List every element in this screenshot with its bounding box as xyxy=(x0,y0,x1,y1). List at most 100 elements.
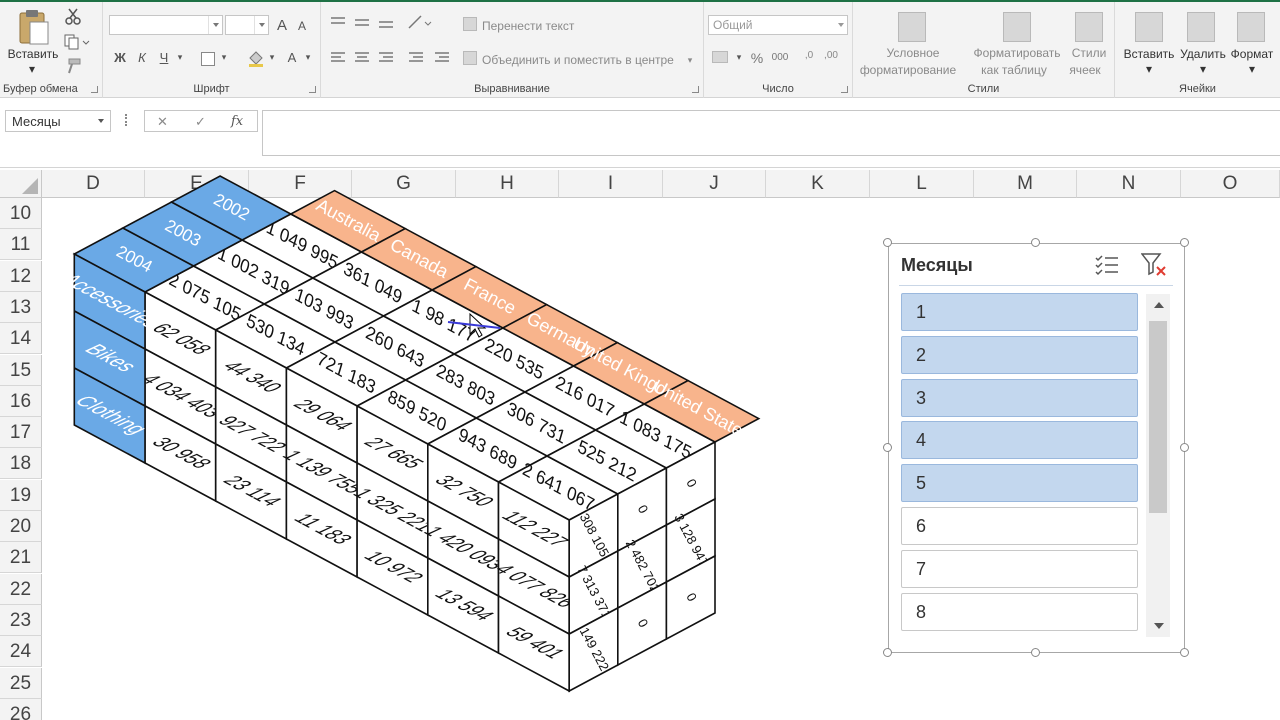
format-as-table-icon[interactable] xyxy=(1003,12,1031,42)
front-cell-2-5[interactable] xyxy=(497,594,571,693)
top-cell-0-5[interactable] xyxy=(496,455,620,521)
top-cell-1-0[interactable] xyxy=(191,239,315,305)
column-header-f[interactable]: F xyxy=(249,170,352,198)
resize-handle-7[interactable] xyxy=(1031,648,1040,657)
front-cell-2-3[interactable] xyxy=(356,518,429,617)
row-header-13[interactable]: 13 xyxy=(0,291,42,323)
cancel-icon[interactable]: ✕ xyxy=(157,114,168,130)
row-header-19[interactable]: 19 xyxy=(0,479,42,511)
wrap-text-icon[interactable] xyxy=(463,17,477,31)
front-cell-1-5[interactable] xyxy=(497,537,571,636)
formula-input[interactable] xyxy=(262,110,1280,156)
front-cell-0-4[interactable] xyxy=(426,442,500,541)
side-cell-2-1[interactable] xyxy=(616,580,668,667)
clipboard-dialog-launcher[interactable] xyxy=(91,86,98,93)
number-format-arrow[interactable] xyxy=(838,23,844,27)
column-header-m[interactable]: M xyxy=(974,170,1077,198)
percent-button[interactable]: % xyxy=(748,50,766,66)
delete-cells-button[interactable]: Удалить xyxy=(1175,47,1231,61)
column-header-k[interactable]: K xyxy=(766,170,870,198)
top-cell-2-4[interactable] xyxy=(523,365,646,431)
resize-handle-6[interactable] xyxy=(883,648,892,657)
top-cell-2-3[interactable] xyxy=(452,327,576,393)
front-cell-0-0[interactable] xyxy=(144,290,217,389)
formula-bar-splitter[interactable] xyxy=(125,114,128,126)
resize-handle-3[interactable] xyxy=(1180,238,1189,247)
column-header-o[interactable]: O xyxy=(1181,170,1280,198)
top-cell-1-4[interactable] xyxy=(474,391,598,457)
top-cell-0-2[interactable] xyxy=(284,341,408,407)
cell-styles-line1[interactable]: Стили xyxy=(1065,46,1113,60)
cell-styles-line2[interactable]: ячеек xyxy=(1065,63,1105,77)
conditional-format-line1[interactable]: Условное xyxy=(853,46,973,60)
select-all-corner[interactable] xyxy=(0,170,42,198)
align-left-icon[interactable] xyxy=(331,51,461,65)
scroll-thumb[interactable] xyxy=(1149,321,1167,513)
row-header-17[interactable]: 17 xyxy=(0,417,42,449)
format-cells-button[interactable]: Формат xyxy=(1227,47,1277,61)
top-cell-2-0[interactable] xyxy=(240,213,364,279)
slicer-scrollbar[interactable] xyxy=(1146,294,1170,637)
front-cell-2-2[interactable] xyxy=(285,480,358,579)
side-cell-2-2[interactable] xyxy=(665,554,716,641)
paste-button[interactable]: Вставить xyxy=(5,47,61,61)
thousands-button[interactable]: 000 xyxy=(768,52,792,63)
shrink-font-button[interactable]: A xyxy=(293,19,311,33)
top-cell-2-5[interactable] xyxy=(594,403,717,469)
side-cell-0-1[interactable] xyxy=(616,466,668,553)
copy-icon[interactable] xyxy=(64,34,90,50)
resize-handle-4[interactable] xyxy=(883,443,892,452)
resize-handle-8[interactable] xyxy=(1180,648,1189,657)
column-header-e[interactable]: E xyxy=(145,170,249,198)
column-header-d[interactable]: D xyxy=(42,170,145,198)
number-format-combo[interactable]: Общий xyxy=(708,15,848,35)
row-header-25[interactable]: 25 xyxy=(0,667,42,699)
multiselect-icon[interactable] xyxy=(1095,254,1119,276)
top-cell-0-4[interactable] xyxy=(426,417,549,483)
column-header-i[interactable]: I xyxy=(559,170,663,198)
resize-handle-2[interactable] xyxy=(1031,238,1040,247)
slicer-item-4[interactable]: 4 xyxy=(901,421,1138,460)
font-size-combo[interactable] xyxy=(225,15,269,35)
row-header-10[interactable]: 10 xyxy=(0,198,42,229)
front-cell-1-3[interactable] xyxy=(356,461,429,560)
format-cells-icon[interactable] xyxy=(1237,12,1265,42)
front-cell-1-4[interactable] xyxy=(426,499,500,598)
name-box[interactable]: Месяцы xyxy=(5,110,111,132)
slicer-item-5[interactable]: 5 xyxy=(901,464,1138,503)
grow-font-button[interactable]: A xyxy=(273,17,291,34)
slicer-item-7[interactable]: 7 xyxy=(901,549,1138,588)
format-as-table-line1[interactable]: Форматировать xyxy=(965,46,1069,60)
format-as-table-line2[interactable]: как таблицу xyxy=(965,63,1063,77)
resize-handle-1[interactable] xyxy=(883,238,892,247)
category-cell-0[interactable] xyxy=(73,252,146,351)
top-cell-1-2[interactable] xyxy=(333,315,456,381)
country-cell-4[interactable] xyxy=(571,341,690,405)
paste-dropdown-arrow[interactable]: ▾ xyxy=(26,62,38,76)
side-cell-1-1[interactable] xyxy=(616,523,668,610)
row-header-26[interactable]: 26 xyxy=(0,698,42,720)
row-header-12[interactable]: 12 xyxy=(0,260,42,292)
font-color-dropdown[interactable]: ▾ xyxy=(299,52,317,63)
slicer-item-2[interactable]: 2 xyxy=(901,335,1138,374)
row-header-20[interactable]: 20 xyxy=(0,511,42,542)
currency-dropdown[interactable]: ▾ xyxy=(730,52,748,63)
merge-center-button[interactable]: Объединить и поместить в центре xyxy=(482,53,697,67)
row-header-16[interactable]: 16 xyxy=(0,385,42,417)
front-cell-1-1[interactable] xyxy=(214,385,288,484)
side-cell-0-2[interactable] xyxy=(665,440,716,527)
number-dialog-launcher[interactable] xyxy=(841,86,848,93)
borders-dropdown[interactable]: ▾ xyxy=(215,52,233,63)
side-cell-2-0[interactable] xyxy=(568,606,619,693)
country-cell-5[interactable] xyxy=(642,379,761,443)
country-cell-2[interactable] xyxy=(430,265,549,329)
months-slicer[interactable]: Месяцы 1 2 3 4 5 6 7 8 xyxy=(888,243,1185,653)
country-cell-0[interactable] xyxy=(289,189,407,253)
orientation-icon[interactable] xyxy=(407,14,433,30)
top-cell-1-5[interactable] xyxy=(545,429,669,495)
bold-button[interactable]: Ж xyxy=(111,50,129,65)
insert-cells-button[interactable]: Вставить xyxy=(1119,47,1179,61)
slicer-item-3[interactable]: 3 xyxy=(901,378,1138,417)
front-cell-0-1[interactable] xyxy=(214,328,288,427)
slicer-item-1[interactable]: 1 xyxy=(901,293,1138,331)
